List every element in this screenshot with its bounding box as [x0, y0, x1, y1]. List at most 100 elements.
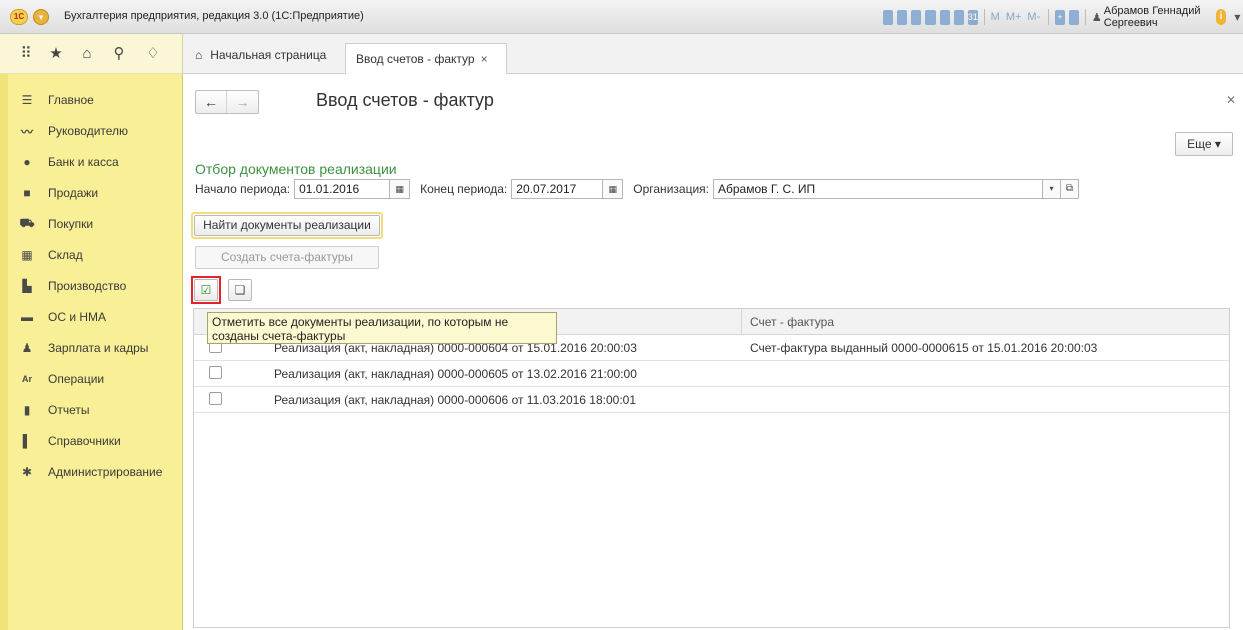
- bag-icon: ■: [23, 186, 31, 200]
- home-icon: ⌂: [195, 48, 203, 62]
- row-checkbox[interactable]: [209, 392, 222, 405]
- info-dropdown-icon[interactable]: ▾: [1234, 10, 1240, 24]
- sidebar-item-reports[interactable]: ▮ Отчеты: [18, 400, 178, 420]
- table-row[interactable]: Реализация (акт, накладная) 0000-000605 …: [194, 361, 1229, 387]
- create-invoices-button[interactable]: Создать счета-фактуры: [195, 246, 379, 269]
- sidebar-item-manager[interactable]: 〰 Руководителю: [18, 121, 178, 141]
- form-content: ← → Ввод счетов - фактур ✕ Еще ▾ Отбор д…: [183, 74, 1243, 630]
- info-icon[interactable]: i: [1215, 9, 1227, 25]
- more-button[interactable]: Еще ▾: [1175, 132, 1233, 156]
- form-close-icon[interactable]: ✕: [1226, 93, 1236, 107]
- organization-label: Организация:: [633, 182, 709, 196]
- coin-icon: ●: [23, 155, 31, 169]
- warehouse-icon: ▦: [21, 248, 33, 262]
- sidebar-item-label: Склад: [48, 248, 83, 262]
- sidebar-item-label: Главное: [48, 93, 94, 107]
- find-documents-button[interactable]: Найти документы реализации: [191, 212, 383, 239]
- tab-close-icon[interactable]: ×: [481, 52, 488, 66]
- tab-home[interactable]: ⌂ Начальная страница: [195, 44, 326, 66]
- cart-icon: ⛟: [19, 216, 35, 230]
- sidebar-item-main[interactable]: ☰ Главное: [18, 90, 178, 110]
- sidebar-item-production[interactable]: ▙ Производство: [18, 276, 178, 296]
- search-icon[interactable]: ⚲: [110, 45, 128, 63]
- title-bar: 1С ▾ Бухгалтерия предприятия, редакция 3…: [0, 0, 1243, 34]
- row-document: Реализация (акт, накладная) 0000-000606 …: [274, 393, 637, 407]
- forward-arrow-icon[interactable]: →: [227, 91, 258, 113]
- apps-grid-icon[interactable]: ⠿: [17, 45, 35, 63]
- tab-invoices-entry[interactable]: Ввод счетов - фактур ×: [345, 43, 507, 74]
- highlight-frame: [191, 276, 221, 304]
- sidebar-item-label: Производство: [48, 279, 127, 293]
- zoom-icon[interactable]: +: [1054, 9, 1066, 25]
- sidebar-item-purchases[interactable]: ⛟ Покупки: [18, 214, 178, 234]
- period-end-input[interactable]: 20.07.2017: [511, 179, 604, 199]
- sections-sidebar: ☰ Главное 〰 Руководителю ● Банк и касса …: [0, 74, 183, 630]
- sidebar-item-assets[interactable]: ▬ ОС и НМА: [18, 307, 178, 327]
- save-icon[interactable]: [883, 9, 894, 25]
- sidebar-item-label: Банк и касса: [48, 155, 119, 169]
- user-name[interactable]: Абрамов Геннадий Сергеевич: [1104, 5, 1208, 29]
- row-invoice: Счет-фактура выданный 0000-0000615 от 15…: [750, 341, 1098, 355]
- row-checkbox[interactable]: [209, 366, 222, 379]
- period-start-label: Начало периода:: [195, 182, 291, 196]
- page-title: Ввод счетов - фактур: [316, 90, 494, 110]
- favorites-star-icon[interactable]: ★: [47, 45, 65, 63]
- bar-chart-icon: ▮: [23, 403, 31, 417]
- preview-icon[interactable]: [911, 9, 922, 25]
- sidebar-item-label: Покупки: [48, 217, 94, 231]
- tab-home-label: Начальная страница: [210, 48, 327, 62]
- history-icon[interactable]: ⌂: [78, 45, 96, 63]
- uncheck-all-button[interactable]: ❏: [228, 279, 252, 301]
- print-icon[interactable]: [897, 9, 908, 25]
- sidebar-item-label: Администрирование: [48, 465, 163, 479]
- trend-icon: 〰: [20, 124, 33, 139]
- toolbar-separator: [1085, 9, 1086, 25]
- sidebar-item-label: Продажи: [48, 186, 99, 200]
- sidebar-item-bank[interactable]: ● Банк и касса: [18, 152, 178, 172]
- sidebar-item-label: ОС и НМА: [48, 310, 107, 324]
- find-documents-label: Найти документы реализации: [194, 215, 380, 236]
- period-start-input[interactable]: 01.01.2016: [294, 179, 391, 199]
- sidebar-item-label: Руководителю: [48, 124, 129, 138]
- truck-icon: ▬: [21, 310, 33, 324]
- gear-icon: ✱: [21, 465, 33, 479]
- filter-section-title: Отбор документов реализации: [195, 161, 397, 177]
- memory-minus-button[interactable]: M-: [1027, 11, 1040, 23]
- sidebar-item-operations[interactable]: Ar Операции: [18, 369, 178, 389]
- open-item-icon[interactable]: ⧉: [1060, 179, 1079, 199]
- column-header-invoice[interactable]: Счет - фактура: [750, 315, 834, 329]
- organization-input[interactable]: Абрамов Г. С. ИП: [712, 179, 1043, 199]
- sidebar-item-label: Отчеты: [48, 403, 90, 417]
- sidebar-item-label: Операции: [48, 372, 105, 386]
- documents-table: Счет - фактура Реализация (акт, накладна…: [193, 308, 1230, 628]
- factory-icon: ▙: [22, 279, 32, 293]
- operations-icon: Ar: [21, 374, 32, 384]
- sidebar-item-sales[interactable]: ■ Продажи: [18, 183, 178, 203]
- upload-icon[interactable]: [925, 9, 936, 25]
- sidebar-item-admin[interactable]: ✱ Администрирование: [18, 462, 178, 482]
- sidebar-item-salary[interactable]: ♟ Зарплата и кадры: [18, 338, 178, 358]
- book-icon: ▌: [22, 434, 32, 448]
- toolbar-separator: [983, 9, 985, 25]
- chevron-down-icon[interactable]: ▾: [1042, 179, 1061, 199]
- filter-row: Начало периода: 01.01.2016 ▦ Конец перио…: [195, 178, 1079, 200]
- memory-plus-button[interactable]: M+: [1006, 11, 1022, 23]
- sidebar-item-catalogs[interactable]: ▌ Справочники: [18, 431, 178, 451]
- app-menu-button[interactable]: ▾: [33, 9, 49, 25]
- calculator-icon[interactable]: [953, 9, 964, 25]
- calendar-icon[interactable]: ▦: [390, 179, 411, 199]
- window-title: Бухгалтерия предприятия, редакция 3.0 (1…: [64, 10, 364, 22]
- notification-bell-icon[interactable]: ♢: [144, 45, 162, 63]
- memory-m-button[interactable]: M: [991, 11, 1000, 23]
- window-icon[interactable]: [1069, 9, 1080, 25]
- title-toolbar: 31 M M+ M- + ♟ Абрамов Геннадий Сергееви…: [883, 5, 1243, 29]
- back-arrow-icon[interactable]: ←: [196, 91, 227, 113]
- calendar-icon[interactable]: 31: [967, 9, 978, 25]
- sidebar-item-warehouse[interactable]: ▦ Склад: [18, 245, 178, 265]
- navigation-buttons: ← →: [195, 90, 259, 114]
- calendar-icon[interactable]: ▦: [603, 179, 624, 199]
- table-row[interactable]: Реализация (акт, накладная) 0000-000606 …: [194, 387, 1229, 413]
- tooltip: Отметить все документы реализации, по ко…: [207, 312, 557, 344]
- copy-doc-icon[interactable]: [939, 9, 950, 25]
- sidebar-item-label: Справочники: [48, 434, 121, 448]
